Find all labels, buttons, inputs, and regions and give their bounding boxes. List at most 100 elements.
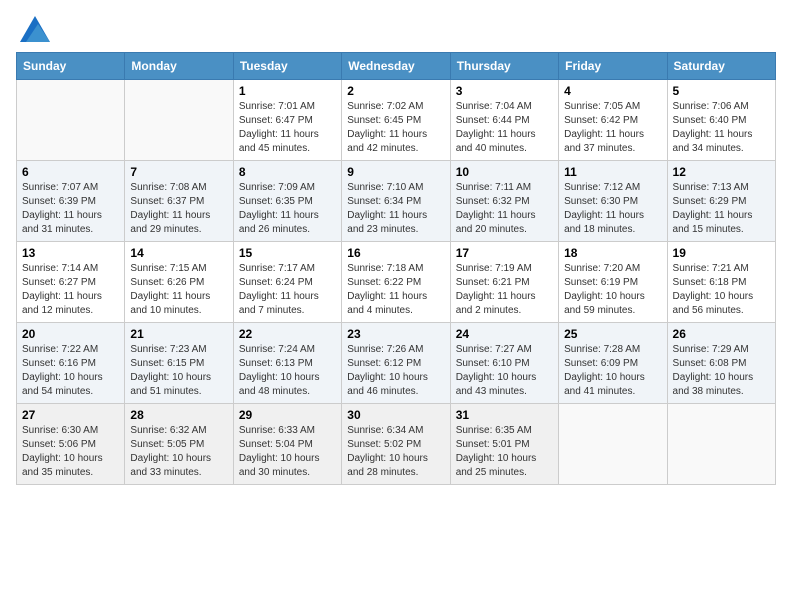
calendar-cell: 14 Sunrise: 7:15 AMSunset: 6:26 PMDayligh… — [125, 242, 233, 323]
day-number: 13 — [22, 246, 119, 260]
weekday-header: Tuesday — [233, 53, 341, 80]
day-number: 5 — [673, 84, 770, 98]
day-info: Sunrise: 7:02 AMSunset: 6:45 PMDaylight:… — [347, 100, 444, 156]
day-number: 10 — [456, 165, 553, 179]
calendar-cell: 3 Sunrise: 7:04 AMSunset: 6:44 PMDaylight… — [450, 80, 558, 161]
calendar-table: SundayMondayTuesdayWednesdayThursdayFrid… — [16, 52, 776, 485]
calendar-cell — [667, 404, 775, 485]
day-info: Sunrise: 7:15 AMSunset: 6:26 PMDaylight:… — [130, 262, 227, 318]
calendar-cell: 30 Sunrise: 6:34 AMSunset: 5:02 PMDayligh… — [342, 404, 450, 485]
calendar-cell: 13 Sunrise: 7:14 AMSunset: 6:27 PMDayligh… — [17, 242, 125, 323]
day-info: Sunrise: 7:24 AMSunset: 6:13 PMDaylight:… — [239, 343, 336, 399]
calendar-cell — [559, 404, 667, 485]
day-info: Sunrise: 7:11 AMSunset: 6:32 PMDaylight:… — [456, 181, 553, 237]
day-number: 2 — [347, 84, 444, 98]
day-number: 21 — [130, 327, 227, 341]
day-number: 16 — [347, 246, 444, 260]
day-info: Sunrise: 6:32 AMSunset: 5:05 PMDaylight:… — [130, 424, 227, 480]
weekday-header: Thursday — [450, 53, 558, 80]
calendar-cell: 27 Sunrise: 6:30 AMSunset: 5:06 PMDayligh… — [17, 404, 125, 485]
weekday-header: Sunday — [17, 53, 125, 80]
day-info: Sunrise: 7:08 AMSunset: 6:37 PMDaylight:… — [130, 181, 227, 237]
day-info: Sunrise: 6:35 AMSunset: 5:01 PMDaylight:… — [456, 424, 553, 480]
calendar-week-row: 27 Sunrise: 6:30 AMSunset: 5:06 PMDayligh… — [17, 404, 776, 485]
calendar-cell: 7 Sunrise: 7:08 AMSunset: 6:37 PMDaylight… — [125, 161, 233, 242]
weekday-header: Saturday — [667, 53, 775, 80]
day-info: Sunrise: 7:18 AMSunset: 6:22 PMDaylight:… — [347, 262, 444, 318]
calendar-cell: 10 Sunrise: 7:11 AMSunset: 6:32 PMDayligh… — [450, 161, 558, 242]
day-number: 12 — [673, 165, 770, 179]
day-number: 20 — [22, 327, 119, 341]
calendar-week-row: 6Sunrise: 7:07 AMSunset: 6:39 PMDaylight… — [17, 161, 776, 242]
calendar-cell: 19Sunrise: 7:21 AMSunset: 6:18 PMDayligh… — [667, 242, 775, 323]
day-number: 9 — [347, 165, 444, 179]
day-info: Sunrise: 7:14 AMSunset: 6:27 PMDaylight:… — [22, 262, 119, 318]
day-info: Sunrise: 7:20 AMSunset: 6:19 PMDaylight:… — [564, 262, 661, 318]
weekday-header: Friday — [559, 53, 667, 80]
day-info: Sunrise: 7:12 AMSunset: 6:30 PMDaylight:… — [564, 181, 661, 237]
day-number: 26 — [673, 327, 770, 341]
calendar-week-row: 1Sunrise: 7:01 AMSunset: 6:47 PMDaylight… — [17, 80, 776, 161]
day-number: 31 — [456, 408, 553, 422]
day-info: Sunrise: 6:30 AMSunset: 5:06 PMDaylight:… — [22, 424, 119, 480]
calendar-cell: 25Sunrise: 7:28 AMSunset: 6:09 PMDayligh… — [559, 323, 667, 404]
day-info: Sunrise: 7:17 AMSunset: 6:24 PMDaylight:… — [239, 262, 336, 318]
day-info: Sunrise: 7:19 AMSunset: 6:21 PMDaylight:… — [456, 262, 553, 318]
day-info: Sunrise: 6:33 AMSunset: 5:04 PMDaylight:… — [239, 424, 336, 480]
day-info: Sunrise: 7:29 AMSunset: 6:08 PMDaylight:… — [673, 343, 770, 399]
day-number: 24 — [456, 327, 553, 341]
page-header — [16, 16, 776, 42]
day-number: 18 — [564, 246, 661, 260]
day-info: Sunrise: 6:34 AMSunset: 5:02 PMDaylight:… — [347, 424, 444, 480]
day-number: 29 — [239, 408, 336, 422]
calendar-cell: 20Sunrise: 7:22 AMSunset: 6:16 PMDayligh… — [17, 323, 125, 404]
calendar-cell: 2 Sunrise: 7:02 AMSunset: 6:45 PMDaylight… — [342, 80, 450, 161]
calendar-cell: 1Sunrise: 7:01 AMSunset: 6:47 PMDaylight… — [233, 80, 341, 161]
day-info: Sunrise: 7:05 AMSunset: 6:42 PMDaylight:… — [564, 100, 661, 156]
calendar-cell: 28 Sunrise: 6:32 AMSunset: 5:05 PMDayligh… — [125, 404, 233, 485]
day-info: Sunrise: 7:21 AMSunset: 6:18 PMDaylight:… — [673, 262, 770, 318]
day-info: Sunrise: 7:27 AMSunset: 6:10 PMDaylight:… — [456, 343, 553, 399]
calendar-cell: 6Sunrise: 7:07 AMSunset: 6:39 PMDaylight… — [17, 161, 125, 242]
day-number: 28 — [130, 408, 227, 422]
calendar-cell: 31 Sunrise: 6:35 AMSunset: 5:01 PMDayligh… — [450, 404, 558, 485]
calendar-cell: 18 Sunrise: 7:20 AMSunset: 6:19 PMDayligh… — [559, 242, 667, 323]
day-number: 14 — [130, 246, 227, 260]
calendar-cell — [125, 80, 233, 161]
day-number: 3 — [456, 84, 553, 98]
calendar-cell: 12 Sunrise: 7:13 AMSunset: 6:29 PMDayligh… — [667, 161, 775, 242]
day-info: Sunrise: 7:06 AMSunset: 6:40 PMDaylight:… — [673, 100, 770, 156]
day-info: Sunrise: 7:23 AMSunset: 6:15 PMDaylight:… — [130, 343, 227, 399]
calendar-cell: 8 Sunrise: 7:09 AMSunset: 6:35 PMDaylight… — [233, 161, 341, 242]
calendar-cell: 4 Sunrise: 7:05 AMSunset: 6:42 PMDaylight… — [559, 80, 667, 161]
day-info: Sunrise: 7:04 AMSunset: 6:44 PMDaylight:… — [456, 100, 553, 156]
day-number: 11 — [564, 165, 661, 179]
day-number: 15 — [239, 246, 336, 260]
calendar-cell: 11 Sunrise: 7:12 AMSunset: 6:30 PMDayligh… — [559, 161, 667, 242]
day-info: Sunrise: 7:28 AMSunset: 6:09 PMDaylight:… — [564, 343, 661, 399]
day-number: 4 — [564, 84, 661, 98]
calendar-cell: 17 Sunrise: 7:19 AMSunset: 6:21 PMDayligh… — [450, 242, 558, 323]
calendar-cell: 9 Sunrise: 7:10 AMSunset: 6:34 PMDaylight… — [342, 161, 450, 242]
day-info: Sunrise: 7:10 AMSunset: 6:34 PMDaylight:… — [347, 181, 444, 237]
weekday-header: Monday — [125, 53, 233, 80]
calendar-week-row: 13 Sunrise: 7:14 AMSunset: 6:27 PMDayligh… — [17, 242, 776, 323]
day-number: 27 — [22, 408, 119, 422]
calendar-cell: 16 Sunrise: 7:18 AMSunset: 6:22 PMDayligh… — [342, 242, 450, 323]
calendar-header-row: SundayMondayTuesdayWednesdayThursdayFrid… — [17, 53, 776, 80]
day-info: Sunrise: 7:13 AMSunset: 6:29 PMDaylight:… — [673, 181, 770, 237]
logo — [16, 16, 50, 42]
calendar-cell: 21 Sunrise: 7:23 AMSunset: 6:15 PMDayligh… — [125, 323, 233, 404]
calendar-cell: 23Sunrise: 7:26 AMSunset: 6:12 PMDayligh… — [342, 323, 450, 404]
calendar-cell: 29 Sunrise: 6:33 AMSunset: 5:04 PMDayligh… — [233, 404, 341, 485]
day-number: 7 — [130, 165, 227, 179]
day-number: 30 — [347, 408, 444, 422]
day-number: 8 — [239, 165, 336, 179]
day-number: 17 — [456, 246, 553, 260]
calendar-cell: 26 Sunrise: 7:29 AMSunset: 6:08 PMDayligh… — [667, 323, 775, 404]
weekday-header: Wednesday — [342, 53, 450, 80]
day-info: Sunrise: 7:09 AMSunset: 6:35 PMDaylight:… — [239, 181, 336, 237]
day-info: Sunrise: 7:26 AMSunset: 6:12 PMDaylight:… — [347, 343, 444, 399]
calendar-cell: 5 Sunrise: 7:06 AMSunset: 6:40 PMDaylight… — [667, 80, 775, 161]
calendar-cell — [17, 80, 125, 161]
